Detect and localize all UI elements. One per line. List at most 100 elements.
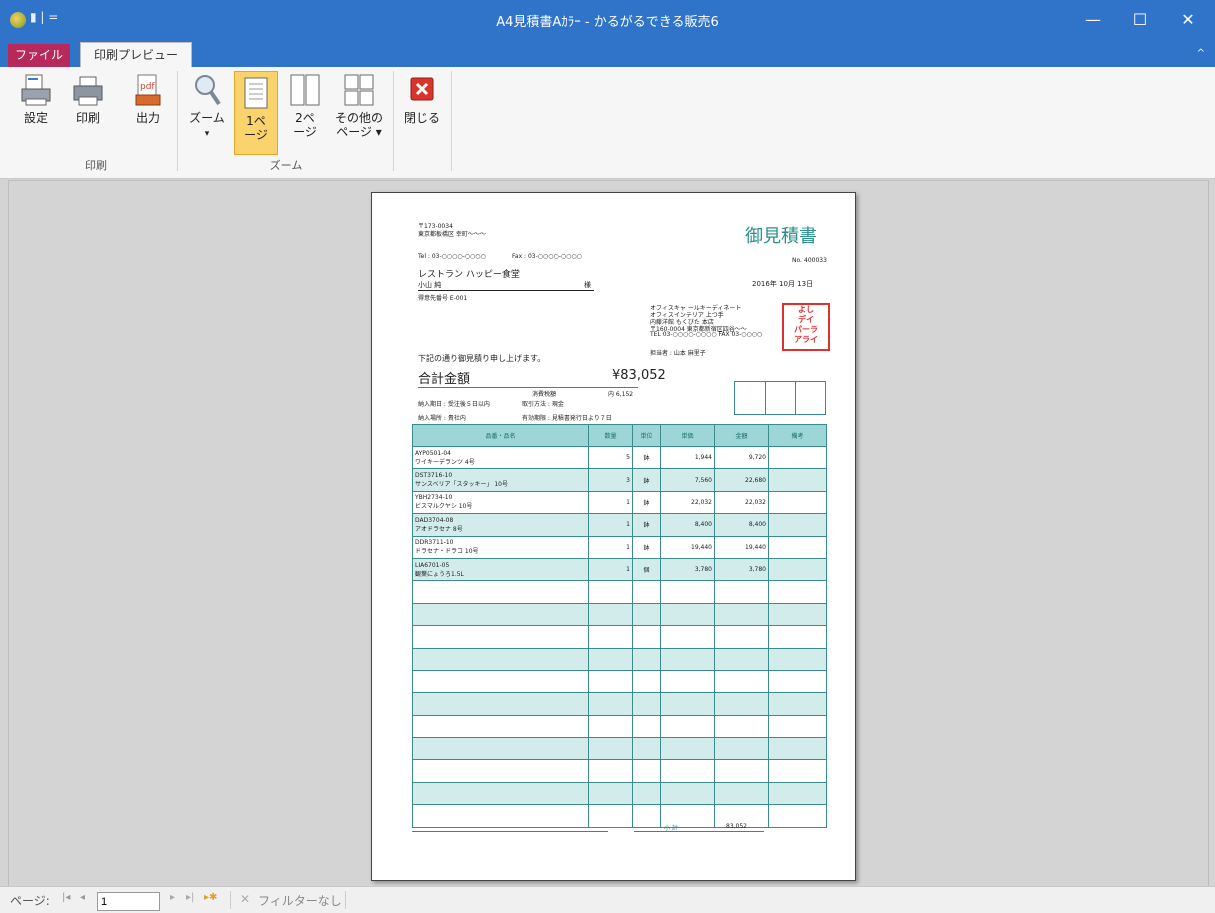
cell-name: DST3716-10 サンスベリア「スタッキー」 10号	[412, 468, 589, 492]
cell-note	[768, 692, 827, 716]
tax-value: 内 6,152	[608, 391, 634, 398]
one-page-label: 1ペ ージ	[244, 114, 268, 142]
items-body: AYP0501-04 ワイキーデランツ 4号 5 鉢 1,944 9,720 DST3716…	[412, 445, 827, 828]
cell-qty	[588, 625, 633, 649]
cell-price: 1,944	[660, 445, 715, 470]
quote-no: 400033	[804, 257, 827, 264]
intro-text: 下記の通り御見積り申し上げます。	[418, 354, 546, 363]
print-button[interactable]: 印刷	[66, 73, 110, 125]
table-row	[412, 580, 827, 604]
first-page-icon[interactable]: |◂	[62, 892, 70, 903]
cell-qty	[588, 759, 633, 783]
cell-qty: 1	[588, 557, 633, 582]
tab-file[interactable]: ファイル	[8, 44, 70, 67]
honorific: 様	[584, 281, 591, 289]
two-page-label: 2ペ ージ	[293, 111, 317, 139]
cell-note	[768, 714, 827, 739]
cell-unit	[632, 804, 661, 828]
tax-label: 消費税額	[532, 391, 557, 398]
last-page-icon[interactable]: ▸|	[186, 892, 194, 903]
cell-note	[768, 781, 827, 806]
status-bar: ページ: |◂ ◂ ▸ ▸| ▸✱ ✕ フィルターなし	[0, 886, 1215, 913]
table-row	[412, 804, 827, 828]
page-number-input[interactable]	[97, 892, 160, 911]
item-name: ビスマルクヤシ 10号	[415, 503, 473, 511]
subtotal-value: 83,052	[726, 823, 747, 830]
cell-qty	[588, 580, 633, 604]
cell-note	[768, 557, 827, 582]
header-price: 単価	[660, 424, 715, 447]
filter-icon[interactable]: ✕	[240, 892, 250, 906]
close-preview-button[interactable]: 閉じる	[400, 73, 444, 125]
setup-button[interactable]: 設定	[14, 73, 58, 125]
cell-price: 8,400	[660, 513, 715, 537]
tab-print-preview[interactable]: 印刷プレビュー	[80, 42, 192, 68]
fax: Fax : 03-○○○○-○○○○	[512, 253, 582, 260]
ribbon-separator	[177, 71, 178, 171]
delivery-place: 納入場所 : 貴社内	[418, 415, 466, 422]
cell-amount	[714, 669, 769, 694]
item-code: AYP0501-04	[415, 449, 451, 457]
cell-qty	[588, 602, 633, 627]
other-pages-button[interactable]: その他の ページ ▾	[332, 73, 386, 139]
cell-amount: 8,400	[714, 513, 769, 537]
payment-method: 取引方法 : 現金	[522, 401, 564, 408]
prev-page-icon[interactable]: ◂	[80, 892, 85, 903]
cell-note	[768, 490, 827, 515]
cell-amount: 22,032	[714, 490, 769, 515]
cell-note	[768, 669, 827, 694]
cell-name	[412, 602, 589, 627]
zoom-button[interactable]: ズーム ▾	[186, 73, 228, 141]
cell-unit: 鉢	[632, 468, 661, 492]
new-record-icon[interactable]: ▸✱	[204, 892, 217, 903]
cell-unit	[632, 647, 661, 671]
table-row	[412, 647, 827, 671]
table-row: DST3716-10 サンスベリア「スタッキー」 10号 3 鉢 7,560 22,680	[412, 468, 827, 492]
cell-qty	[588, 692, 633, 716]
cell-amount: 19,440	[714, 535, 769, 559]
cell-name	[412, 669, 589, 694]
cell-name: LIA6701-05 観葉にょうろ1.5L	[412, 557, 589, 582]
cell-note	[768, 647, 827, 671]
total-underline	[418, 387, 638, 388]
two-page-button[interactable]: 2ペ ージ	[284, 73, 326, 139]
print-label: 印刷	[75, 111, 100, 125]
cell-price	[660, 625, 715, 649]
cell-name	[412, 714, 589, 739]
total-value: ¥83,052	[612, 368, 666, 383]
header-note: 備考	[768, 424, 827, 447]
header-amount: 金額	[714, 424, 769, 447]
cell-unit	[632, 602, 661, 627]
minimize-button[interactable]: —	[1073, 8, 1113, 32]
maximize-button[interactable]: ☐	[1120, 8, 1160, 32]
output-label: 出力	[135, 111, 160, 125]
item-name: ドラセナ・ドラコ 10号	[415, 548, 479, 556]
item-code: DST3716-10	[415, 472, 453, 480]
cell-name	[412, 580, 589, 604]
cell-amount	[714, 602, 769, 627]
cell-note	[768, 468, 827, 492]
cell-price	[660, 580, 715, 604]
cell-unit: 鉢	[632, 445, 661, 470]
cell-qty: 3	[588, 468, 633, 492]
cell-unit	[632, 692, 661, 716]
cell-price: 3,780	[660, 557, 715, 582]
cell-qty	[588, 714, 633, 739]
filter-status[interactable]: フィルターなし	[258, 892, 342, 909]
cell-unit	[632, 714, 661, 739]
other-pages-label: その他の ページ ▾	[334, 111, 383, 139]
close-window-button[interactable]: ✕	[1168, 8, 1208, 32]
title-bar: ▮ | = A4見積書Aｶﾗｰ - かるがるできる販売6 — ☐ ✕	[0, 0, 1215, 40]
cell-note	[768, 737, 827, 761]
cell-note	[768, 602, 827, 627]
next-page-icon[interactable]: ▸	[170, 892, 175, 903]
pdf-icon: pdf	[132, 73, 164, 107]
output-button[interactable]: pdf 出力	[126, 73, 170, 125]
one-page-button[interactable]: 1ペ ージ	[234, 71, 278, 155]
ribbon-collapse-icon[interactable]: ^	[1197, 48, 1205, 59]
customer-code: 得意先番号 E-001	[418, 295, 468, 302]
cell-qty: 1	[588, 513, 633, 537]
cell-name	[412, 804, 589, 828]
table-row: DAD3704-08 アオドラセナ 8号 1 鉢 8,400 8,400	[412, 513, 827, 537]
table-row	[412, 781, 827, 806]
